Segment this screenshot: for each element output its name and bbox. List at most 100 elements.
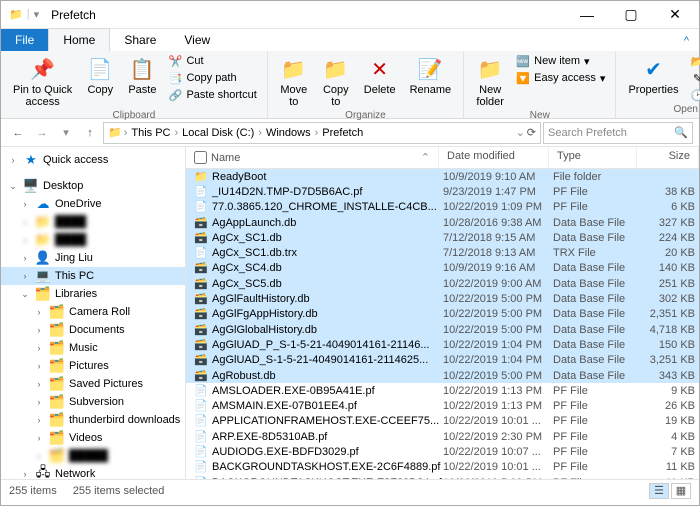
search-input[interactable]: Search Prefetch🔍 xyxy=(543,122,693,144)
delete-button[interactable]: ✕Delete xyxy=(360,53,400,98)
tree-lib-item[interactable]: ›🗂️Camera Roll xyxy=(1,303,185,321)
nav-up-button[interactable]: ↑ xyxy=(79,122,101,144)
view-large-icons-button[interactable]: ▦ xyxy=(671,483,691,499)
col-date[interactable]: Date modified xyxy=(439,147,549,168)
tree-lib-item[interactable]: ›🗂️Pictures xyxy=(1,357,185,375)
nav-recent-button[interactable]: ▾ xyxy=(55,122,77,144)
cut-button[interactable]: ✂️Cut xyxy=(166,53,258,69)
tab-home[interactable]: Home xyxy=(48,28,110,51)
col-size[interactable]: Size xyxy=(637,147,699,168)
file-row[interactable]: 📁ReadyBoot10/9/2019 9:10 AMFile folder xyxy=(186,169,699,184)
tree-lib-item[interactable]: ›🗂️Saved Pictures xyxy=(1,375,185,393)
refresh-icon[interactable]: ⟳ xyxy=(527,126,536,139)
crumb-c[interactable]: Local Disk (C:) xyxy=(180,127,256,139)
file-row[interactable]: 🗃️AgGlFgAppHistory.db10/22/2019 5:00 PMD… xyxy=(186,307,699,322)
copy-path-button[interactable]: 📑Copy path xyxy=(166,70,258,86)
status-selected-count: 255 items selected xyxy=(73,485,165,497)
paste-button[interactable]: 📋Paste xyxy=(124,53,160,98)
select-all-checkbox[interactable] xyxy=(194,151,207,164)
search-icon: 🔍 xyxy=(674,126,688,139)
nav-tree[interactable]: ›★Quick access ⌄🖥️Desktop ›☁OneDrive ›📁█… xyxy=(1,147,186,479)
minimize-button[interactable]: — xyxy=(565,1,609,29)
tree-network[interactable]: ›🖧Network xyxy=(1,465,185,479)
file-list[interactable]: 📁ReadyBoot10/9/2019 9:10 AMFile folder📄_… xyxy=(186,169,699,479)
path-folder-icon: 📁 xyxy=(108,126,122,139)
easy-access-button[interactable]: 🔽Easy access ▾ xyxy=(514,70,607,86)
maximize-button[interactable]: ▢ xyxy=(609,1,653,29)
move-to-button[interactable]: 📁Move to xyxy=(276,53,312,110)
file-row[interactable]: 🗃️AgGlUAD_P_S-1-5-21-4049014161-21146...… xyxy=(186,337,699,352)
file-row[interactable]: 📄AUDIODG.EXE-BDFD3029.pf10/22/2019 10:07… xyxy=(186,444,699,459)
file-row[interactable]: 🗃️AgCx_SC5.db10/22/2019 9:00 AMData Base… xyxy=(186,276,699,291)
tab-file[interactable]: File xyxy=(1,29,48,51)
copy-button[interactable]: 📄Copy xyxy=(82,53,118,98)
history-button[interactable]: 🕑History xyxy=(689,87,700,103)
new-folder-button[interactable]: 📁New folder xyxy=(472,53,508,110)
properties-button[interactable]: ✔Properties xyxy=(624,53,682,98)
tree-lib-item[interactable]: ›🗂️Documents xyxy=(1,321,185,339)
pf-icon: 📄 xyxy=(194,476,208,479)
tree-blur-2[interactable]: ›📁████ xyxy=(1,231,185,249)
column-headers[interactable]: Name⌃ Date modified Type Size xyxy=(186,147,699,169)
db-icon: 🗃️ xyxy=(194,323,208,337)
pin-quick-access-button[interactable]: 📌Pin to Quick access xyxy=(9,53,76,110)
file-row[interactable]: 📄BACKGROUNDTASKHOST.EXE-2C6F4889.pf10/22… xyxy=(186,460,699,475)
tree-this-pc[interactable]: ›💻This PC xyxy=(1,267,185,285)
db-icon: 🗃️ xyxy=(194,261,208,275)
breadcrumb[interactable]: 📁› This PC› Local Disk (C:)› Windows› Pr… xyxy=(103,122,541,144)
file-row[interactable]: 🗃️AgGlGlobalHistory.db10/22/2019 5:00 PM… xyxy=(186,322,699,337)
file-row[interactable]: 🗃️AgRobust.db10/22/2019 5:00 PMData Base… xyxy=(186,368,699,383)
file-row[interactable]: 📄ARP.EXE-8D5310AB.pf10/22/2019 2:30 PMPF… xyxy=(186,429,699,444)
pf-icon: 📄 xyxy=(194,414,208,428)
group-new-label: New xyxy=(472,110,607,122)
close-button[interactable]: ✕ xyxy=(653,1,697,29)
qat-dropdown-icon[interactable]: ▾ xyxy=(34,8,40,21)
file-row[interactable]: 🗃️AgAppLaunch.db10/28/2016 9:38 AMData B… xyxy=(186,215,699,230)
tree-desktop[interactable]: ⌄🖥️Desktop xyxy=(1,177,185,195)
folder-icon: 📁 xyxy=(9,8,23,21)
new-item-button[interactable]: 🆕New item ▾ xyxy=(514,53,607,69)
crumb-thispc[interactable]: This PC xyxy=(129,127,172,139)
crumb-windows[interactable]: Windows xyxy=(264,127,313,139)
file-row[interactable]: 📄_IU14D2N.TMP-D7D5B6AC.pf9/23/2019 1:47 … xyxy=(186,184,699,199)
tab-share[interactable]: Share xyxy=(110,29,170,51)
ribbon-collapse-icon[interactable]: ^ xyxy=(674,31,699,51)
open-button[interactable]: 📂Open ▾ xyxy=(689,53,700,69)
file-row[interactable]: 🗃️AgGlFaultHistory.db10/22/2019 5:00 PMD… xyxy=(186,291,699,306)
tree-lib-item[interactable]: ›🗂️Subversion xyxy=(1,393,185,411)
nav-forward-button[interactable]: → xyxy=(31,122,53,144)
rename-button[interactable]: 📝Rename xyxy=(406,53,456,98)
col-type[interactable]: Type xyxy=(549,147,637,168)
tree-blur-3[interactable]: ›🗂️█████ xyxy=(1,447,185,465)
view-details-button[interactable]: ☰ xyxy=(649,483,669,499)
tree-blur-1[interactable]: ›📁████ xyxy=(1,213,185,231)
paste-shortcut-button[interactable]: 🔗Paste shortcut xyxy=(166,87,258,103)
tree-lib-item[interactable]: ›🗂️Videos xyxy=(1,429,185,447)
db-icon: 🗃️ xyxy=(194,231,208,245)
tree-quick-access[interactable]: ›★Quick access xyxy=(1,151,185,169)
file-row[interactable]: 📄AMSMAIN.EXE-07B01EE4.pf10/22/2019 1:13 … xyxy=(186,398,699,413)
tree-user[interactable]: ›👤Jing Liu xyxy=(1,249,185,267)
nav-back-button[interactable]: ← xyxy=(7,122,29,144)
file-row[interactable]: 📄77.0.3865.120_CHROME_INSTALLE-C4CB...10… xyxy=(186,200,699,215)
path-dropdown-icon[interactable]: ⌄ xyxy=(516,126,525,139)
file-row[interactable]: 📄AMSLOADER.EXE-0B95A41E.pf10/22/2019 1:1… xyxy=(186,383,699,398)
file-row[interactable]: 🗃️AgCx_SC1.db7/12/2018 9:15 AMData Base … xyxy=(186,230,699,245)
tree-lib-item[interactable]: ›🗂️thunderbird downloads xyxy=(1,411,185,429)
file-row[interactable]: 🗃️AgGlUAD_S-1-5-21-4049014161-2114625...… xyxy=(186,353,699,368)
tab-view[interactable]: View xyxy=(170,29,224,51)
tree-lib-item[interactable]: ›🗂️Music xyxy=(1,339,185,357)
db-icon: 🗃️ xyxy=(194,216,208,230)
file-row[interactable]: 📄APPLICATIONFRAMEHOST.EXE-CCEEF75...10/2… xyxy=(186,414,699,429)
file-row[interactable]: 🗃️AgCx_SC4.db10/9/2019 9:16 AMData Base … xyxy=(186,261,699,276)
edit-button[interactable]: ✎Edit xyxy=(689,70,700,86)
crumb-prefetch[interactable]: Prefetch xyxy=(320,127,365,139)
tree-libraries[interactable]: ⌄🗂️Libraries xyxy=(1,285,185,303)
file-row[interactable]: 📄AgCx_SC1.db.trx7/12/2018 9:13 AMTRX Fil… xyxy=(186,245,699,260)
group-organize-label: Organize xyxy=(276,110,455,122)
pf-icon: 📄 xyxy=(194,185,208,199)
copy-to-button[interactable]: 📁Copy to xyxy=(318,53,354,110)
tree-onedrive[interactable]: ›☁OneDrive xyxy=(1,195,185,213)
group-clipboard-label: Clipboard xyxy=(9,110,259,122)
file-row[interactable]: 📄BACKGROUNDTASKHOST.EXE-E8F29D24.pf10/22… xyxy=(186,475,699,479)
